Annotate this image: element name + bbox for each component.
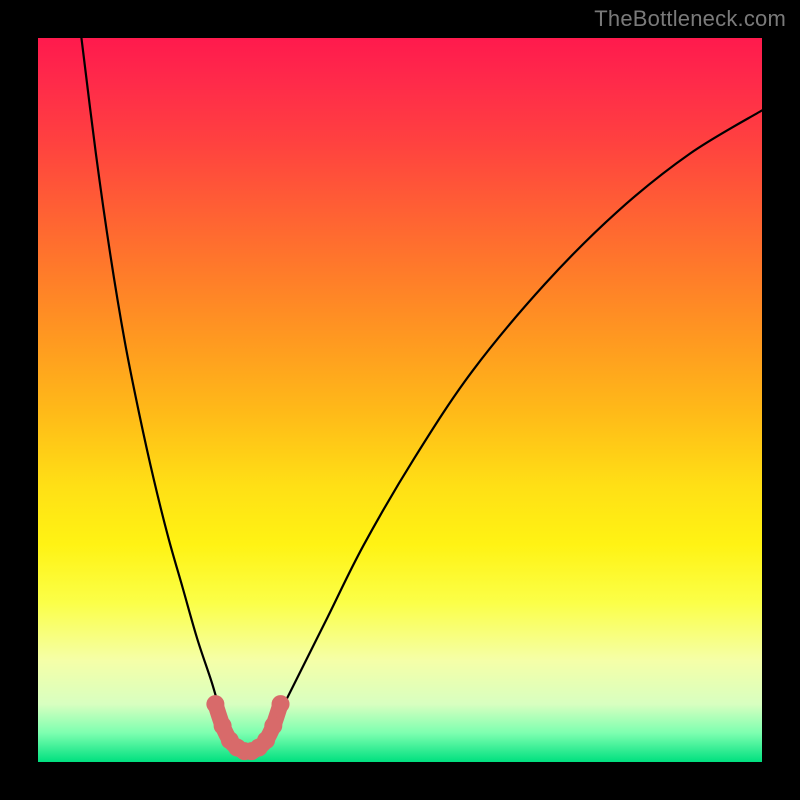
- valley-dot: [272, 695, 290, 713]
- bottleneck-curve-path: [81, 38, 762, 752]
- watermark-text: TheBottleneck.com: [594, 6, 786, 32]
- plot-area: [38, 38, 762, 762]
- valley-dot: [264, 717, 282, 735]
- valley-dot: [206, 695, 224, 713]
- outer-frame: TheBottleneck.com: [0, 0, 800, 800]
- valley-highlight-dots: [206, 695, 289, 760]
- chart-svg: [38, 38, 762, 762]
